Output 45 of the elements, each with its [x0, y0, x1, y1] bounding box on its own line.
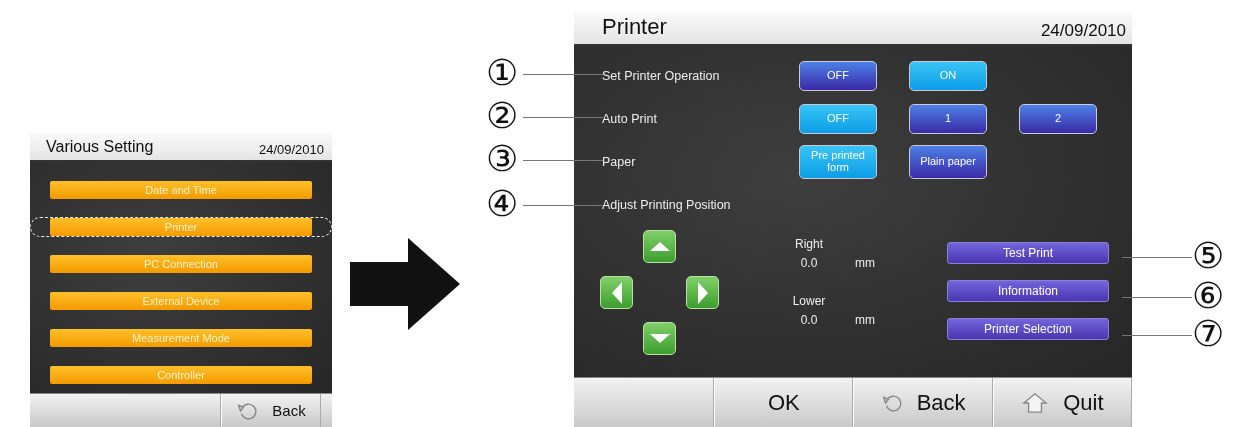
- setting-label: Set Printer Operation: [602, 68, 721, 83]
- date-text: 24/09/2010: [258, 142, 324, 159]
- up-arrow-icon: [649, 242, 670, 251]
- left-arrow-button[interactable]: [600, 276, 633, 309]
- leader-line: [1122, 335, 1192, 336]
- unit-label: mm: [854, 313, 876, 327]
- down-arrow-icon: [649, 334, 670, 343]
- setting-label: Adjust Printing Position: [602, 197, 732, 212]
- setting-label: Auto Print: [602, 111, 658, 126]
- screen-title: Printer: [602, 14, 667, 41]
- screen-title: Various Setting: [46, 138, 154, 157]
- back-button[interactable]: Back: [221, 394, 321, 427]
- leader-line: [1122, 297, 1192, 298]
- option-button[interactable]: OFF: [799, 60, 877, 91]
- callout-number: ⑤: [1192, 238, 1225, 274]
- callout-number: ①: [486, 55, 519, 91]
- axis-label: Right: [794, 237, 824, 251]
- home-icon: [1021, 391, 1050, 414]
- callout-number: ②: [486, 98, 519, 134]
- action-button[interactable]: Test Print: [947, 242, 1109, 264]
- right-arrow-icon: [350, 238, 460, 330]
- quit-button[interactable]: Quit: [992, 378, 1132, 427]
- callout-number: ⑥: [1192, 278, 1225, 314]
- callout-number: ⑦: [1192, 316, 1225, 352]
- leader-line: [1122, 257, 1192, 258]
- option-button[interactable]: 2: [1019, 103, 1097, 134]
- right-arrow-button[interactable]: [686, 276, 719, 309]
- action-button[interactable]: Information: [947, 280, 1109, 302]
- ok-button[interactable]: OK: [714, 378, 854, 427]
- up-arrow-button[interactable]: [643, 230, 676, 263]
- option-button[interactable]: Plain paper: [909, 144, 987, 179]
- unit-label: mm: [854, 256, 876, 270]
- option-button[interactable]: 1: [909, 103, 987, 134]
- action-button[interactable]: Printer Selection: [947, 318, 1109, 340]
- axis-label: Lower: [791, 294, 827, 308]
- back-button[interactable]: Back: [853, 378, 993, 427]
- left-arrow-icon: [611, 281, 622, 304]
- callout-number: ③: [486, 141, 519, 177]
- setting-label: Paper: [602, 154, 637, 169]
- offset-value: 0.0: [799, 313, 819, 327]
- offset-value: 0.0: [799, 256, 819, 270]
- callout-number: ④: [486, 186, 519, 222]
- date-text: 24/09/2010: [1040, 21, 1126, 42]
- down-arrow-button[interactable]: [643, 322, 676, 355]
- right-arrow-icon: [697, 281, 708, 304]
